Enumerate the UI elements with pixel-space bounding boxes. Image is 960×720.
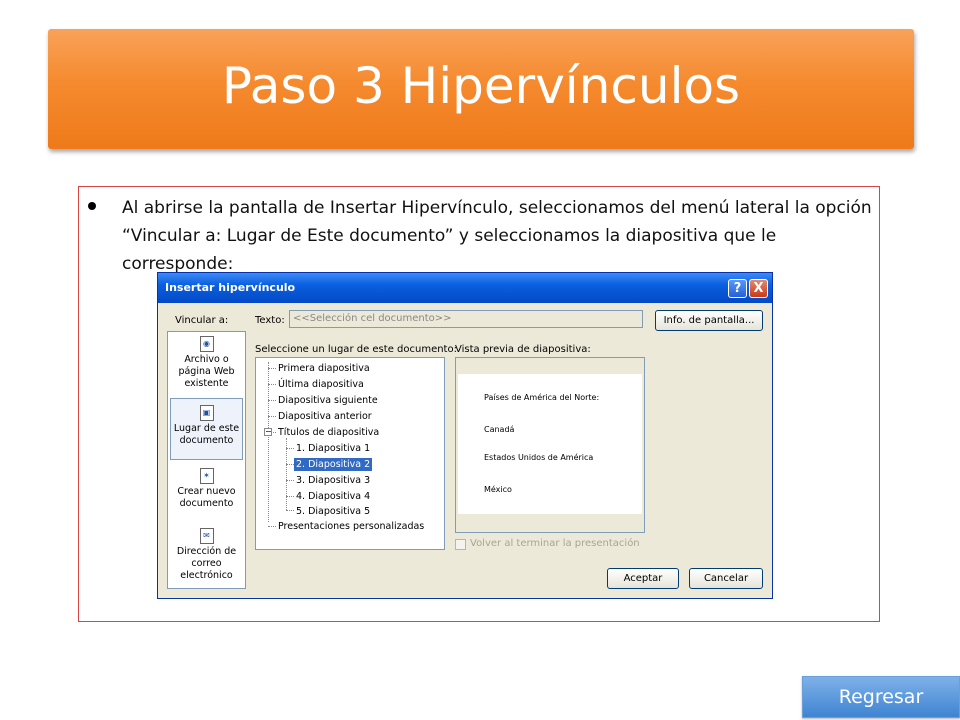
preview-label: Vista previa de diapositiva:: [455, 344, 591, 355]
screentip-button[interactable]: Info. de pantalla...: [655, 310, 763, 331]
sidebar-item-label: Archivo o página Web existente: [178, 354, 235, 389]
place-in-document-icon: ▣: [199, 405, 214, 421]
document-places-tree: − Primera diapositiva Última diapositiva…: [255, 357, 445, 550]
slide-title-banner: Paso 3 Hipervínculos: [48, 29, 914, 149]
tree-item[interactable]: Diapositiva siguiente: [278, 394, 378, 407]
text-input[interactable]: <<Selección cel documento>>: [289, 310, 643, 328]
dialog-title: Insertar hipervínculo: [165, 281, 296, 294]
sidebar-item-label: Dirección de correo electrónico: [176, 546, 237, 581]
preview-slide: Países de América del Norte: Canadá Esta…: [458, 374, 642, 514]
tree-item[interactable]: Títulos de diapositiva: [278, 426, 379, 439]
tree-item[interactable]: Presentaciones personalizadas: [278, 520, 424, 533]
tree-item[interactable]: 5. Diapositiva 5: [296, 505, 370, 518]
sidebar-item-place-in-document[interactable]: ▣ Lugar de este documento: [170, 398, 243, 460]
ok-button[interactable]: Aceptar: [607, 568, 679, 589]
tree-item[interactable]: 3. Diapositiva 3: [296, 474, 370, 487]
tree-item[interactable]: Última diapositiva: [278, 378, 364, 391]
web-page-icon: ◉: [199, 336, 214, 352]
preview-line: Estados Unidos de América: [484, 453, 594, 462]
return-after-show-label: Volver al terminar la presentación: [470, 538, 640, 549]
link-to-label: Vincular a:: [175, 315, 229, 326]
back-button[interactable]: Regresar: [802, 676, 960, 718]
sidebar-item-label: Crear nuevo documento: [177, 486, 236, 509]
email-icon: ✉: [199, 528, 214, 544]
tree-item[interactable]: 4. Diapositiva 4: [296, 490, 370, 503]
slide-preview: Países de América del Norte: Canadá Esta…: [455, 357, 645, 533]
text-label: Texto:: [255, 315, 285, 326]
sidebar-item-email[interactable]: ✉ Dirección de correo electrónico: [170, 528, 243, 586]
link-to-sidebar: ◉ Archivo o página Web existente ▣ Lugar…: [167, 331, 246, 589]
dialog-titlebar[interactable]: Insertar hipervínculo ? X: [158, 273, 772, 303]
tree-item-selected[interactable]: 2. Diapositiva 2: [294, 458, 373, 471]
select-place-label: Seleccione un lugar de este documento:: [255, 344, 457, 355]
bullet-icon: [88, 202, 96, 210]
collapse-icon[interactable]: −: [264, 428, 272, 436]
insert-hyperlink-dialog: Insertar hipervínculo ? X Vincular a: Te…: [157, 272, 773, 599]
preview-line: México: [484, 485, 512, 494]
close-button[interactable]: X: [749, 279, 768, 298]
preview-line: Países de América del Norte:: [484, 393, 600, 402]
bullet-text: Al abrirse la pantalla de Insertar Hiper…: [122, 198, 872, 274]
cancel-button[interactable]: Cancelar: [689, 568, 763, 589]
sidebar-item-new-document[interactable]: ✶ Crear nuevo documento: [170, 468, 243, 518]
preview-line: Canadá: [484, 425, 515, 434]
help-button[interactable]: ?: [728, 279, 747, 298]
sidebar-item-label: Lugar de este documento: [173, 423, 240, 446]
tree-item[interactable]: Primera diapositiva: [278, 362, 370, 375]
return-after-show-checkbox[interactable]: [455, 539, 466, 550]
tree-item[interactable]: Diapositiva anterior: [278, 410, 372, 423]
new-document-icon: ✶: [199, 468, 214, 484]
slide-title: Paso 3 Hipervínculos: [221, 57, 741, 115]
tree-item[interactable]: 1. Diapositiva 1: [296, 442, 370, 455]
sidebar-item-existing-file[interactable]: ◉ Archivo o página Web existente: [170, 336, 243, 394]
